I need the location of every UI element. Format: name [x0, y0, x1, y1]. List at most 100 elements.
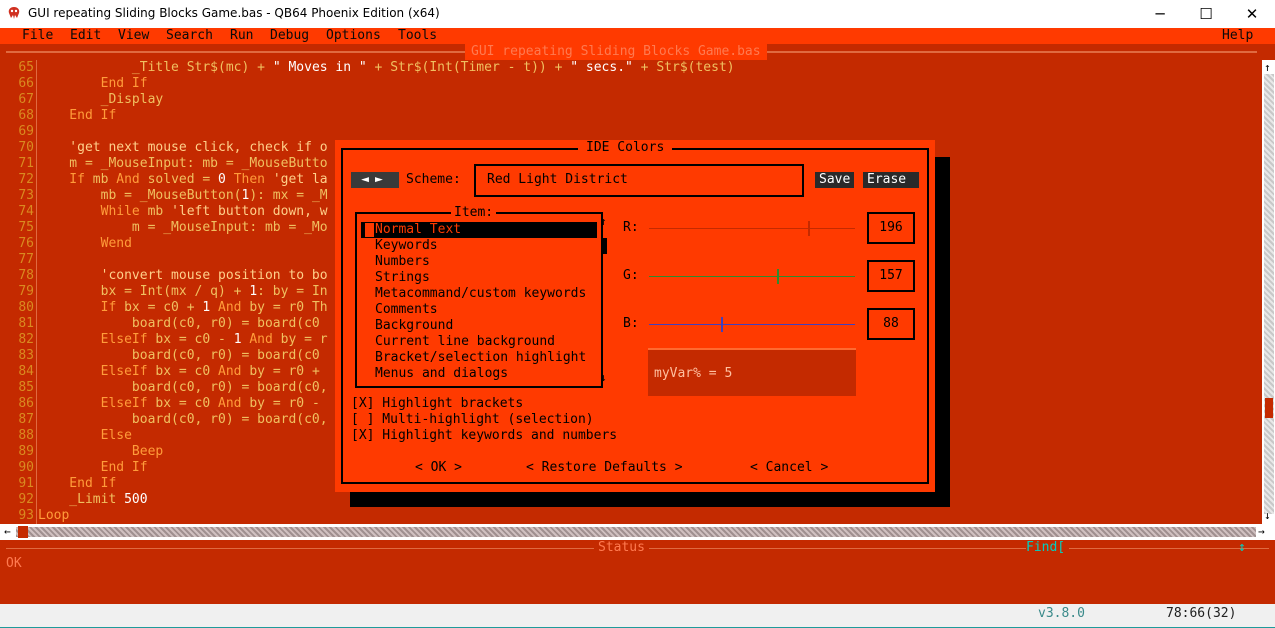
file-title-bar: GUI repeating Sliding Blocks Game.bas [0, 44, 1275, 60]
scheme-prev-icon[interactable]: ◄ [361, 172, 375, 187]
item-list-entry[interactable]: Comments [361, 302, 597, 318]
bottom-info-strip: v3.8.0 78:66(32) [0, 604, 1275, 627]
menu-search[interactable]: Search [166, 28, 213, 44]
menu-options[interactable]: Options [326, 28, 381, 44]
code-line[interactable]: _Title Str$(mc) + " Moves in " + Str$(In… [38, 60, 1258, 76]
gutter-divider [36, 60, 37, 524]
code-token: " Moves in " [272, 60, 367, 75]
save-button[interactable]: Save [815, 172, 855, 188]
item-list-entry[interactable]: Background [361, 318, 597, 334]
item-scroll-down-icon[interactable]: ↓ [600, 370, 607, 386]
item-list[interactable]: Normal Text Keywords Numbers Strings Metacom… [361, 222, 597, 382]
code-token: If [38, 172, 93, 187]
line-number: 69 [18, 124, 34, 139]
line-number: 88 [18, 428, 34, 443]
r-slider[interactable] [649, 221, 855, 236]
code-token: board(c0, r0) = board(c0, [38, 380, 328, 395]
code-token: 'get next mouse click, check if o [38, 140, 328, 155]
g-value-box[interactable]: 157 [867, 260, 915, 292]
scheme-next-icon[interactable]: ► [375, 172, 389, 187]
b-value-box[interactable]: 88 [867, 308, 915, 340]
item-scroll-thumb[interactable] [601, 238, 607, 254]
menu-tools[interactable]: Tools [398, 28, 437, 44]
scheme-arrows-button[interactable]: ◄► [351, 172, 399, 188]
find-label[interactable]: Find[ [1026, 540, 1070, 556]
menu-edit[interactable]: Edit [70, 28, 101, 44]
item-list-entry[interactable]: Menus and dialogs [361, 366, 597, 382]
cancel-button[interactable]: < Cancel > [750, 460, 828, 476]
g-slider-handle[interactable] [776, 269, 779, 284]
vertical-scroll-track[interactable] [1264, 74, 1274, 514]
g-value[interactable]: 157 [879, 268, 902, 283]
item-list-scrollbar[interactable]: ↑ ↓ [600, 215, 607, 384]
item-scroll-up-icon[interactable]: ↑ [600, 214, 607, 230]
highlight-keywords-checkbox[interactable]: [X] Highlight keywords and numbers [351, 428, 617, 444]
close-button[interactable]: ✕ [1229, 0, 1275, 28]
line-number: 68 [18, 108, 34, 123]
b-slider-track[interactable] [649, 324, 855, 325]
code-token: 1 [249, 284, 258, 299]
scroll-left-arrow-icon[interactable]: ← [4, 524, 11, 540]
item-list-entry[interactable]: Normal Text [361, 222, 597, 238]
erase-button[interactable]: Erase [863, 172, 919, 188]
highlight-brackets-checkbox[interactable]: [X] Highlight brackets [351, 396, 523, 412]
code-token: : by = In [257, 284, 328, 299]
item-list-box[interactable]: Item: Normal Text Keywords Numbers Strings M… [355, 205, 607, 388]
vertical-scrollbar[interactable]: ↑ ↓ [1262, 60, 1275, 524]
scroll-down-arrow-icon[interactable]: ↓ [1264, 508, 1271, 524]
line-number: 74 [18, 204, 34, 219]
scroll-right-arrow-icon[interactable]: → [1258, 524, 1265, 540]
code-line[interactable]: Loop [38, 508, 1258, 524]
horizontal-scrollbar[interactable]: ← → [0, 524, 1275, 540]
maximize-button[interactable]: ☐ [1183, 0, 1229, 28]
window-title: GUI repeating Sliding Blocks Game.bas - … [28, 6, 440, 20]
b-value[interactable]: 88 [883, 316, 899, 331]
code-line[interactable] [38, 124, 1258, 140]
r-slider-track[interactable] [649, 228, 855, 229]
horizontal-scroll-track[interactable] [16, 527, 1256, 537]
code-token: " secs." [570, 60, 633, 75]
code-token: bx = c0 + [124, 300, 203, 315]
code-line[interactable]: _Display [38, 92, 1258, 108]
line-number: 76 [18, 236, 34, 251]
item-list-entry[interactable]: Bracket/selection highlight [361, 350, 597, 366]
r-value-box[interactable]: 196 [867, 212, 915, 244]
menu-debug[interactable]: Debug [270, 28, 309, 44]
menu-run[interactable]: Run [230, 28, 253, 44]
status-message: OK [6, 556, 22, 571]
minimize-button[interactable]: ─ [1137, 0, 1183, 28]
file-name: GUI repeating Sliding Blocks Game.bas [465, 44, 767, 60]
multi-highlight-checkbox[interactable]: [ ] Multi-highlight (selection) [351, 412, 594, 428]
restore-defaults-button[interactable]: < Restore Defaults > [526, 460, 683, 476]
code-token: And [218, 364, 250, 379]
code-line[interactable]: End If [38, 76, 1258, 92]
r-value[interactable]: 196 [879, 220, 902, 235]
line-number: 80 [18, 300, 34, 315]
b-slider-handle[interactable] [721, 317, 724, 332]
horizontal-scroll-thumb[interactable] [18, 526, 28, 538]
code-token: bx = Int(mx / q) + [38, 284, 250, 299]
item-list-entry[interactable]: Current line background [361, 334, 597, 350]
menu-file[interactable]: File [22, 28, 53, 44]
r-slider-handle[interactable] [807, 221, 810, 236]
line-number: 91 [18, 476, 34, 491]
menu-help[interactable]: Help [1222, 28, 1253, 44]
ok-button[interactable]: < OK > [415, 460, 462, 476]
menu-view[interactable]: View [118, 28, 149, 44]
scheme-value[interactable]: Red Light District [487, 172, 628, 188]
find-arrows-icon[interactable]: ↕ [1238, 540, 1246, 556]
vertical-scroll-thumb[interactable] [1265, 398, 1273, 418]
g-slider[interactable] [649, 269, 855, 284]
code-token: _Title Str$(mc) + [38, 60, 273, 75]
item-list-entry[interactable]: Keywords [361, 238, 597, 254]
scheme-field[interactable]: Red Light District [474, 164, 804, 197]
find-field[interactable]: Find[ ↕ [1026, 540, 1262, 556]
g-slider-track[interactable] [649, 276, 855, 277]
item-list-entry[interactable]: Numbers [361, 254, 597, 270]
r-label: R: [623, 220, 639, 235]
code-line[interactable]: End If [38, 108, 1258, 124]
item-list-entry[interactable]: Strings [361, 270, 597, 286]
b-slider[interactable] [649, 317, 855, 332]
dialog-title: IDE Colors [578, 140, 673, 156]
item-list-entry[interactable]: Metacommand/custom keywords [361, 286, 597, 302]
